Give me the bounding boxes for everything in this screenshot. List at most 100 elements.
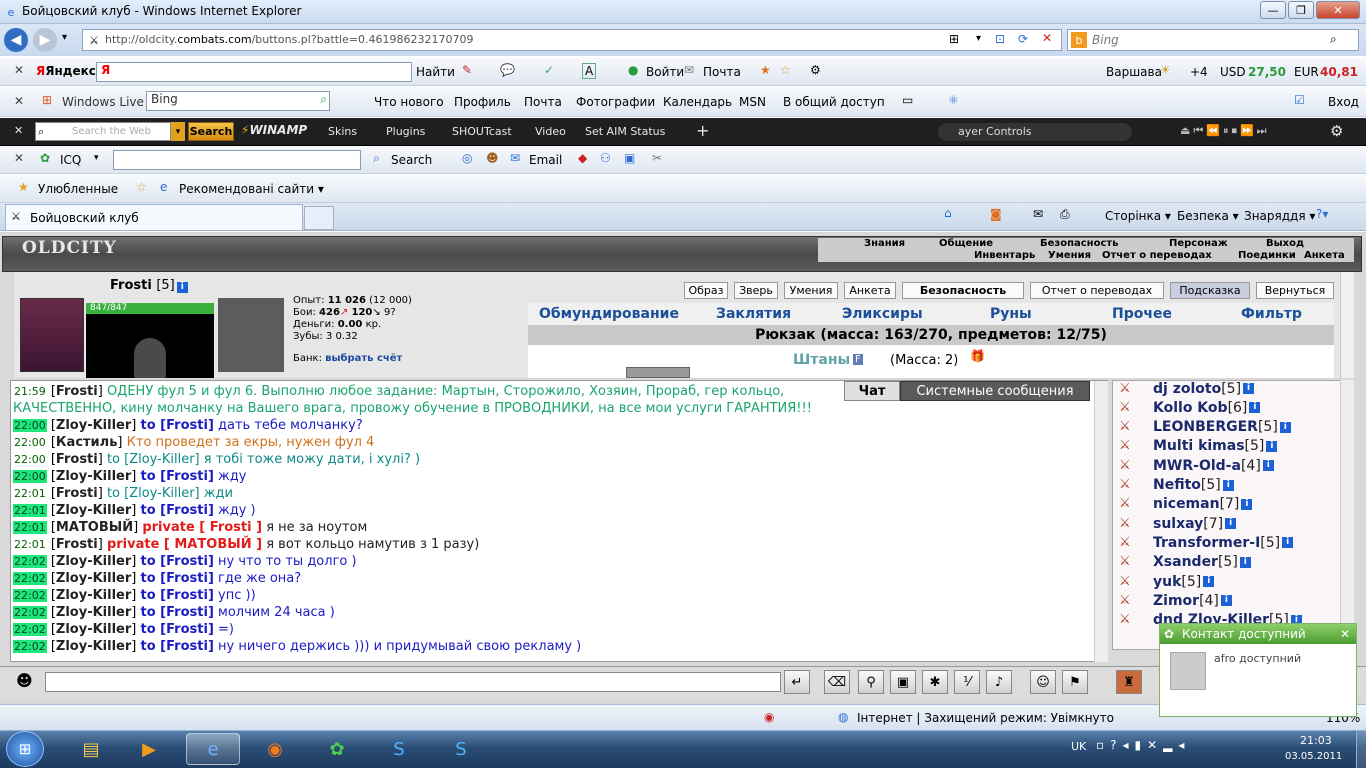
user-nick[interactable]: Kollo Kob xyxy=(1153,400,1228,416)
info-icon[interactable]: i xyxy=(1222,479,1234,491)
new-tab-button[interactable] xyxy=(304,206,334,230)
back-button[interactable]: ◀ xyxy=(4,28,28,52)
user-nick[interactable]: Multi kimas xyxy=(1153,438,1245,454)
search-box[interactable]: b Bing ⌕ xyxy=(1067,29,1359,51)
tab-equipment[interactable]: Обмундирование xyxy=(539,306,679,322)
fight-status-icon[interactable]: ⚔ xyxy=(1119,477,1141,493)
clock-date[interactable]: 03.05.2011 xyxy=(1285,751,1342,762)
winamp-search-button[interactable]: Search xyxy=(188,122,234,141)
chat-nick[interactable]: Zloy-Killer xyxy=(56,622,131,637)
add-favorite-icon[interactable]: ☆ xyxy=(136,180,147,194)
chat-time[interactable]: 21:59 xyxy=(13,385,47,398)
tab-chat[interactable]: Чат xyxy=(844,381,900,401)
fight-status-icon[interactable]: ⚔ xyxy=(1119,516,1141,532)
info-icon[interactable]: i xyxy=(1239,556,1251,568)
close-icon[interactable]: ✕ xyxy=(1340,624,1350,644)
tab-elixirs[interactable]: Эликсиры xyxy=(842,306,923,322)
split-icon[interactable]: ⅟ xyxy=(954,670,980,694)
fight-status-icon[interactable]: ⚔ xyxy=(1119,612,1141,628)
user-list-item[interactable]: ⚔ MWR-Old-a [4] i xyxy=(1119,456,1274,475)
menu-skills[interactable]: Умения xyxy=(1048,250,1091,261)
eraser-icon[interactable]: ⌫ xyxy=(824,670,850,694)
user-nick[interactable]: Transformer-I xyxy=(1153,535,1260,551)
fight-status-icon[interactable]: ⚔ xyxy=(1119,554,1141,570)
chat-time[interactable]: 22:02 xyxy=(13,572,47,585)
read-mail-icon[interactable]: ✉ xyxy=(1033,207,1043,221)
icq-dropdown-icon[interactable]: ▾ xyxy=(94,153,99,163)
checkbox-icon[interactable]: ☑ xyxy=(1294,93,1305,107)
user-list-item[interactable]: ⚔ Multi kimas [5] i xyxy=(1119,437,1278,456)
chat-nick[interactable]: Zloy-Killer xyxy=(56,639,131,654)
clock-time[interactable]: 21:03 xyxy=(1300,734,1332,747)
feeds-icon[interactable]: ◙ xyxy=(990,207,1002,221)
button-profile[interactable]: Анкета xyxy=(844,282,896,299)
search-dropdown-icon[interactable]: ▾ xyxy=(171,122,185,141)
chat-nick[interactable]: Frosti xyxy=(56,486,98,501)
translate-icon[interactable]: A xyxy=(582,63,597,79)
safety-menu[interactable]: Безпека ▾ xyxy=(1177,209,1239,223)
skype-taskbar-icon[interactable]: S xyxy=(372,733,426,765)
filter-icon[interactable]: ⚲ xyxy=(858,670,884,694)
winamp-logo[interactable]: ⚡WINAMP xyxy=(241,123,307,137)
compat-view-icon[interactable]: ⊞ xyxy=(949,32,959,46)
star-icon[interactable]: ☆ xyxy=(780,63,791,77)
chat-message-input[interactable] xyxy=(45,672,781,692)
info-icon[interactable]: i xyxy=(1282,537,1294,549)
bag-icon[interactable]: ♜ xyxy=(1116,670,1142,694)
address-bar[interactable]: ⚔ http://oldcity.combats.com/buttons.pl?… xyxy=(82,29,1062,51)
player-buttons-icon[interactable]: ⏏⏮⏪⏸⏹⏩⏭ xyxy=(1180,124,1270,138)
chat-nick[interactable]: Zloy-Killer xyxy=(56,469,131,484)
fight-status-icon[interactable]: ⚔ xyxy=(1119,419,1141,435)
add-icon[interactable]: + xyxy=(696,121,709,140)
users-scrollbar[interactable] xyxy=(1340,380,1354,650)
live-link-msn[interactable]: MSN xyxy=(739,95,766,109)
chat-bubble-icon[interactable]: 💬 xyxy=(500,63,515,77)
fight-status-icon[interactable]: ⚔ xyxy=(1119,593,1141,609)
print-icon[interactable]: ⎙ xyxy=(1060,207,1070,222)
chat-time[interactable]: 22:01 xyxy=(13,521,47,534)
history-dropdown-icon[interactable]: ▾ xyxy=(62,32,67,43)
chat-nick[interactable]: Frosti xyxy=(56,384,98,399)
button-skills[interactable]: Умения xyxy=(784,282,838,299)
spellcheck-icon[interactable]: ✓ xyxy=(544,63,554,77)
info-icon[interactable]: i xyxy=(1203,576,1215,587)
attachment-icon[interactable]: ✂ xyxy=(652,151,662,165)
user-list-item[interactable]: ⚔ Nefito [5] i xyxy=(1119,476,1234,495)
app-icon[interactable]: ◆ xyxy=(578,151,587,165)
info-icon[interactable]: i xyxy=(1243,383,1255,394)
network-icon[interactable]: ⚇ xyxy=(600,151,611,165)
skype-chat-taskbar-icon[interactable]: S xyxy=(434,733,488,765)
fight-status-icon[interactable]: ⚔ xyxy=(1119,574,1141,590)
refresh-icon[interactable]: ⟳ xyxy=(1018,32,1028,46)
tab-other[interactable]: Прочее xyxy=(1112,306,1172,322)
user-list-item[interactable]: ⚔ sulxay [7] i xyxy=(1119,514,1237,533)
user-nick[interactable]: Nefito xyxy=(1153,477,1201,493)
help-icon[interactable]: ?▾ xyxy=(1316,207,1328,221)
weather-city[interactable]: Варшава xyxy=(1106,65,1162,79)
icq-notification[interactable]: ✿ Контакт доступний ✕ afro доступний xyxy=(1159,623,1357,717)
bus-icon[interactable]: ▣ xyxy=(624,151,635,165)
explorer-taskbar-icon[interactable]: ▤ xyxy=(64,733,118,765)
player-controls-display[interactable]: ayer Controls xyxy=(938,123,1132,141)
user-list-item[interactable]: ⚔ Zimor [4] i xyxy=(1119,591,1232,610)
button-return[interactable]: Вернуться xyxy=(1256,282,1334,299)
icq-search-input[interactable] xyxy=(113,150,361,170)
user-list-item[interactable]: ⚔ Kollo Kob [6] i xyxy=(1119,398,1261,417)
chat-nick[interactable]: Zloy-Killer xyxy=(56,554,131,569)
button-image[interactable]: Образ xyxy=(684,282,728,299)
icq-taskbar-icon[interactable]: ✿ xyxy=(310,733,364,765)
favorites-button[interactable]: Улюбленные xyxy=(38,182,118,196)
chat-time[interactable]: 22:02 xyxy=(13,606,47,619)
security-zone-text[interactable]: Інтернет | Захищений режим: Увімкнуто xyxy=(857,711,1114,725)
button-hint[interactable]: Подсказка xyxy=(1170,282,1250,299)
chat-time[interactable]: 22:01 xyxy=(13,538,47,551)
page-menu[interactable]: Сторінка ▾ xyxy=(1105,209,1171,223)
user-nick[interactable]: LEONBERGER xyxy=(1153,419,1258,435)
menu-security[interactable]: Безопасность xyxy=(1040,238,1119,249)
user-list-item[interactable]: ⚔ niceman [7] i xyxy=(1119,495,1253,514)
language-indicator[interactable]: UK xyxy=(1071,740,1086,753)
info-icon[interactable]: i xyxy=(1279,421,1291,433)
chat-nick[interactable]: Кастиль xyxy=(56,435,118,450)
live-login-button[interactable]: Вход xyxy=(1328,95,1359,109)
live-link-mail[interactable]: Почта xyxy=(524,95,562,109)
